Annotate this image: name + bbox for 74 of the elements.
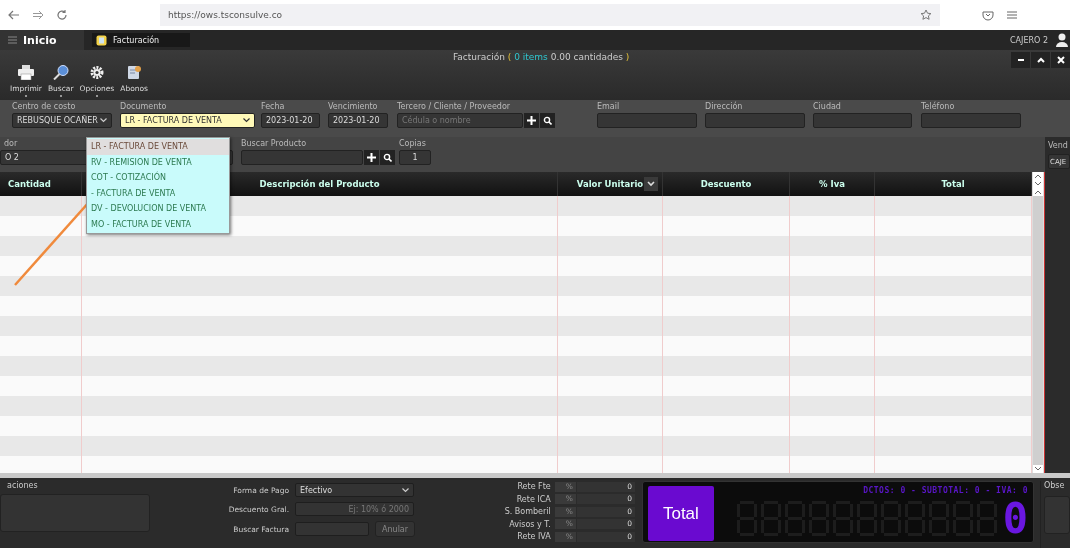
close-icon [1056,56,1065,64]
window-title: Facturación ( 0 items 0.00 cantidades ) [453,52,630,62]
add-button[interactable] [524,113,539,128]
chevron-icon[interactable] [644,177,658,191]
field-label: Fecha [261,102,285,111]
star-icon[interactable] [920,9,932,21]
reload-icon[interactable] [56,9,68,21]
input-field[interactable] [813,113,912,128]
input-field[interactable]: 1 [399,150,431,165]
select-field[interactable]: LR - FACTURA DE VENTA [120,113,255,128]
chevron-up-icon [1036,56,1045,64]
field-label: Obse [1044,481,1066,490]
field-label: Avisos y T. [508,519,552,529]
input-field[interactable] [921,113,1021,128]
field-label: Dirección [705,102,743,111]
user-name: CAJERO 2 [1010,35,1048,45]
maximize-button[interactable] [1031,52,1050,68]
cancel-button[interactable]: Anular [375,521,416,537]
caret-icon [100,118,107,123]
field-label: Email [597,102,620,111]
dropdown-option[interactable]: DV - DEVOLUCION DE VENTA [87,201,229,217]
field-label: Buscar Producto [241,139,307,148]
field-label: Rete ICA [515,494,552,504]
search-icon [52,65,69,80]
minimize-icon [1016,56,1025,64]
menu-icon [8,36,17,44]
select-field[interactable]: REBUSQUE OCAÑER [12,113,112,128]
totals-summary: DCTOS: 0 - SUBTOTAL: 0 - IVA: 0 [863,486,1028,495]
field-label: Vend [1048,141,1068,150]
document-icon [96,34,107,46]
field-label: Centro de costo [12,102,76,111]
scroll-up-icon[interactable] [1033,188,1043,196]
gear-icon [88,65,105,80]
field-label: Rete Fte [516,482,552,492]
close-button[interactable] [1051,52,1070,68]
field-label: dor [3,139,18,148]
scrollbar[interactable] [1032,172,1045,473]
user-icon[interactable] [1056,33,1068,47]
back-icon[interactable] [8,10,20,20]
field-label: Vencimiento [328,102,378,111]
field-label: Documento [120,102,167,111]
forward-icon[interactable] [32,10,44,20]
scroll-down-icon[interactable] [1033,465,1043,473]
field-label: S. Bomberil [503,507,552,517]
field-label: Copias [399,139,426,148]
input-field[interactable] [241,150,363,165]
printer-icon [17,65,34,80]
total-display: 0 [1002,499,1028,539]
document-icon [126,65,143,80]
dropdown-option[interactable]: MO - FACTURA DE VENTA [87,216,229,232]
input-field[interactable]: 2023-01-20 [261,113,320,128]
caret-icon [243,118,250,123]
field-label: Ciudad [813,102,841,111]
field-label: aciones [7,481,39,490]
dropdown-option[interactable]: COT - COTIZACIÓN [87,170,229,186]
add-button[interactable] [364,150,379,165]
input-field[interactable] [705,113,805,128]
search-button[interactable] [380,150,395,165]
field-label: Tercero / Cliente / Proveedor [397,102,511,111]
address-bar[interactable]: https://ows.tsconsulve.co [160,4,940,26]
dropdown-option[interactable]: RV - REMISION DE VENTA [87,154,229,170]
scroll-up-icon[interactable] [1033,172,1043,180]
dropdown-option[interactable]: LR - FACTURA DE VENTA [87,139,229,155]
caret-icon [402,487,410,493]
field-label: Teléfono [921,102,955,111]
input-field[interactable] [597,113,697,128]
search-button[interactable] [540,113,555,128]
total-button[interactable]: Total [647,486,714,541]
app-tab[interactable]: Facturación [92,33,190,47]
home-button[interactable]: Inicio [0,30,84,50]
select-field[interactable]: Efectivo [295,483,415,497]
field-label: Rete IVA [516,532,552,542]
minimize-button[interactable] [1011,52,1030,68]
input-field[interactable]: 2023-01-20 [328,113,388,128]
